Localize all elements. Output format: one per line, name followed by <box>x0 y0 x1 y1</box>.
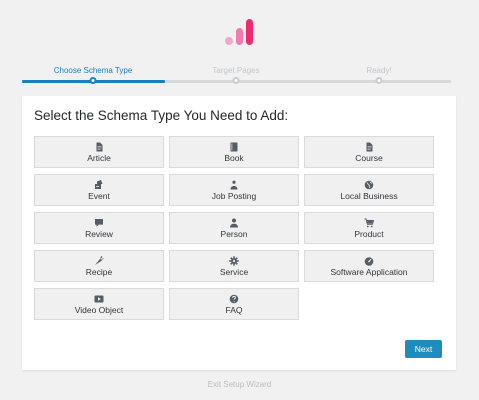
schema-option-person[interactable]: Person <box>169 212 299 244</box>
step-choose-schema-type[interactable]: Choose Schema Type <box>54 66 133 75</box>
schema-option-software-application[interactable]: Software Application <box>304 250 434 282</box>
schema-type-grid: Article Book Course Event Job Posting Local B… <box>34 136 434 320</box>
person-icon <box>230 218 238 227</box>
schema-option-label: Person <box>220 228 248 239</box>
question-icon <box>229 294 239 303</box>
carrot-icon <box>95 255 104 265</box>
page-title: Select the Schema Type You Need to Add: <box>34 108 289 123</box>
schema-option-service[interactable]: Service <box>169 250 299 282</box>
schema-option-label: Service <box>219 266 249 277</box>
schema-option-event[interactable]: Event <box>34 174 164 206</box>
schema-option-label: Review <box>85 228 113 239</box>
document-icon <box>96 142 103 151</box>
cart-icon <box>364 218 374 227</box>
schema-option-label: Article <box>87 152 111 163</box>
exit-setup-wizard-link[interactable]: Exit Setup Wizard <box>0 380 479 389</box>
document-icon <box>366 142 373 151</box>
event-icon <box>95 179 103 189</box>
step-ready[interactable]: Ready! <box>366 66 391 75</box>
schema-option-label: Course <box>355 152 383 163</box>
schema-option-label: Product <box>354 228 384 239</box>
wizard-steps: Choose Schema Type Target Pages Ready! <box>22 62 451 92</box>
schema-option-local-business[interactable]: Local Business <box>304 174 434 206</box>
people-icon <box>230 180 238 189</box>
schema-option-article[interactable]: Article <box>34 136 164 168</box>
globe-icon <box>364 180 374 189</box>
video-icon <box>94 295 104 302</box>
schema-option-review[interactable]: Review <box>34 212 164 244</box>
schema-type-panel: Select the Schema Type You Need to Add: … <box>22 96 456 370</box>
step-dot-active <box>89 77 97 84</box>
comment-icon <box>95 218 103 227</box>
gear-icon <box>229 255 239 266</box>
step-target-pages[interactable]: Target Pages <box>212 66 259 75</box>
step-dot <box>375 77 383 84</box>
logo-icon <box>225 19 253 45</box>
schema-option-label: Event <box>88 190 110 201</box>
schema-option-label: Local Business <box>340 190 398 201</box>
schema-option-label: Book <box>224 152 244 163</box>
schema-option-book[interactable]: Book <box>169 136 299 168</box>
next-button[interactable]: Next <box>405 340 442 358</box>
schema-option-product[interactable]: Product <box>304 212 434 244</box>
schema-option-recipe[interactable]: Recipe <box>34 250 164 282</box>
schema-option-label: Recipe <box>85 266 113 277</box>
schema-option-label: Software Application <box>330 266 408 277</box>
schema-option-label: Job Posting <box>211 190 257 201</box>
schema-option-course[interactable]: Course <box>304 136 434 168</box>
schema-option-faq[interactable]: FAQ <box>169 288 299 320</box>
schema-option-label: Video Object <box>74 304 124 315</box>
schema-option-video-object[interactable]: Video Object <box>34 288 164 320</box>
step-dot <box>232 77 240 84</box>
schema-option-label: FAQ <box>225 304 243 315</box>
dashboard-icon <box>364 256 374 266</box>
book-icon <box>230 142 238 151</box>
schema-option-job-posting[interactable]: Job Posting <box>169 174 299 206</box>
